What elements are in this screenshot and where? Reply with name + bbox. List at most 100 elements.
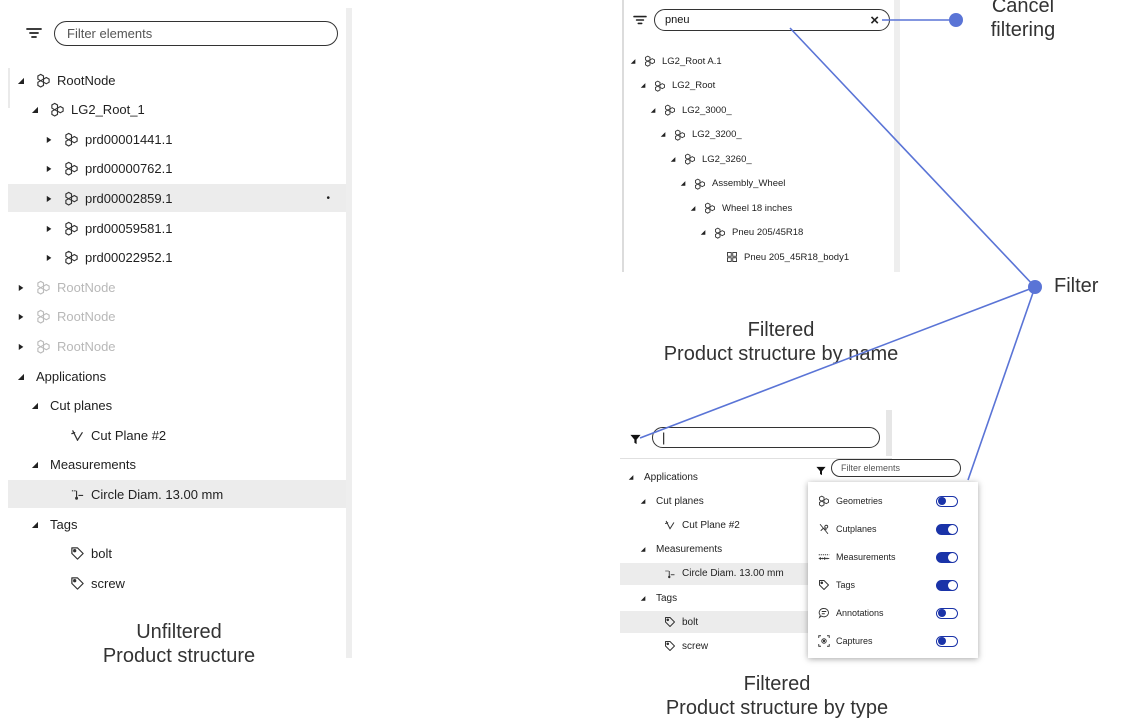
- tree-node-circle-diam-13-00-mm[interactable]: Circle Diam. 13.00 mm: [620, 562, 808, 585]
- assembly-icon: [50, 102, 65, 117]
- tree-node-rootnode[interactable]: ▶ RootNode: [8, 303, 346, 331]
- tree-node-tags[interactable]: ◢ Tags: [620, 587, 808, 609]
- collapse-arrow-icon[interactable]: ◢: [638, 498, 648, 505]
- tree-node-measurements[interactable]: ◢ Measurements: [620, 539, 808, 561]
- filter-menu-icon[interactable]: [633, 13, 647, 31]
- more-options-icon[interactable]: •: [326, 193, 330, 204]
- assembly-icon: [36, 309, 51, 324]
- tree-node-lg2-root-1[interactable]: ◢ LG2_Root_1: [8, 96, 346, 124]
- tree-node-bolt[interactable]: bolt: [8, 540, 346, 568]
- collapse-arrow-icon[interactable]: ◢: [30, 460, 40, 469]
- filtered-by-name-panel: pneu × ◢ LG2_Root A.1 ◢ LG2_Root ◢ LG2_3000_ ◢…: [622, 0, 900, 272]
- tree-node-prd00000762-1[interactable]: ▶ prd00000762.1: [8, 155, 346, 183]
- tree-node-lg2-root-a-1[interactable]: ◢ LG2_Root A.1: [622, 50, 892, 72]
- type-filter-toggle[interactable]: [936, 552, 958, 563]
- collapse-arrow-icon[interactable]: ◢: [698, 229, 708, 236]
- tree-node-label: prd00000762.1: [85, 161, 173, 177]
- filter-callout-dot: [1028, 280, 1042, 294]
- collapse-arrow-icon[interactable]: ◢: [658, 131, 668, 138]
- filter-elements-input[interactable]: Filter elements: [54, 21, 338, 46]
- tree-node-cut-planes[interactable]: ◢ Cut planes: [620, 490, 808, 512]
- tree-node-circle-diam-13-00-mm[interactable]: Circle Diam. 13.00 mm: [8, 480, 346, 509]
- tree-node-screw[interactable]: screw: [620, 635, 808, 657]
- panel-scrollbar[interactable]: [886, 410, 892, 456]
- collapse-arrow-icon[interactable]: ◢: [16, 76, 26, 85]
- tree-node-prd00002859-1[interactable]: ▶ prd00002859.1 •: [8, 184, 346, 213]
- tree-node-label: Cut Plane #2: [682, 519, 740, 531]
- collapse-arrow-icon[interactable]: ◢: [30, 401, 40, 410]
- tree-node-label: prd00059581.1: [85, 220, 173, 236]
- collapse-arrow-icon[interactable]: ◢: [668, 156, 678, 163]
- tree-node-pneu-205-45r18-body1[interactable]: Pneu 205_45R18_body1: [622, 246, 892, 268]
- tree-node-pneu-205-45r18[interactable]: ◢ Pneu 205/45R18: [622, 222, 892, 244]
- collapse-arrow-icon[interactable]: ◢: [16, 372, 26, 381]
- collapse-arrow-icon[interactable]: ◢: [638, 595, 648, 602]
- panel-scrollbar[interactable]: [346, 8, 352, 658]
- name-filter-input[interactable]: pneu ×: [654, 9, 890, 31]
- tree-node-rootnode[interactable]: ▶ RootNode: [8, 332, 346, 360]
- tree-node-cut-planes[interactable]: ◢ Cut planes: [8, 392, 346, 420]
- tree-node-applications[interactable]: ◢ Applications: [620, 466, 808, 488]
- name-filter-value: pneu: [665, 14, 690, 26]
- expand-arrow-icon[interactable]: ▶: [17, 283, 25, 292]
- popup-filter-icon[interactable]: [816, 463, 826, 481]
- tree-node-label: prd00002859.1: [85, 190, 173, 206]
- expand-arrow-icon[interactable]: ▶: [45, 224, 53, 233]
- tree-node-assembly-wheel[interactable]: ◢ Assembly_Wheel: [622, 173, 892, 195]
- expand-arrow-icon[interactable]: ▶: [45, 253, 53, 262]
- tree-node-lg2-root[interactable]: ◢ LG2_Root: [622, 75, 892, 97]
- tree-node-lg2-3000[interactable]: ◢ LG2_3000_: [622, 99, 892, 121]
- type-filter-toggle[interactable]: [936, 524, 958, 535]
- expand-arrow-icon[interactable]: ▶: [45, 164, 53, 173]
- type-filter-toggle[interactable]: [936, 636, 958, 647]
- tree-node-label: Assembly_Wheel: [712, 178, 786, 189]
- collapse-arrow-icon[interactable]: ◢: [626, 474, 636, 481]
- tree-node-bolt[interactable]: bolt: [620, 611, 808, 634]
- tag-icon: [70, 576, 85, 591]
- type-search-input[interactable]: |: [652, 427, 880, 448]
- tree-node-label: RootNode: [57, 72, 116, 88]
- type-filter-toggle[interactable]: [936, 496, 958, 507]
- tree-node-screw[interactable]: screw: [8, 569, 346, 597]
- assembly-icon: [714, 227, 726, 239]
- collapse-arrow-icon[interactable]: ◢: [638, 546, 648, 553]
- panel-scrollbar[interactable]: [894, 0, 900, 272]
- tree-node-wheel-18-inches[interactable]: ◢ Wheel 18 inches: [622, 197, 892, 219]
- collapse-arrow-icon[interactable]: ◢: [678, 180, 688, 187]
- tree-node-tags[interactable]: ◢ Tags: [8, 510, 346, 538]
- tree-node-measurements[interactable]: ◢ Measurements: [8, 451, 346, 479]
- collapse-arrow-icon[interactable]: ◢: [30, 520, 40, 529]
- tree-node-lg2-3260[interactable]: ◢ LG2_3260_: [622, 148, 892, 170]
- collapse-arrow-icon[interactable]: ◢: [638, 82, 648, 89]
- collapse-arrow-icon[interactable]: ◢: [688, 205, 698, 212]
- collapse-arrow-icon[interactable]: ◢: [30, 105, 40, 114]
- tree-node-prd00022952-1[interactable]: ▶ prd00022952.1: [8, 244, 346, 272]
- collapse-arrow-icon[interactable]: ◢: [628, 58, 638, 65]
- type-search-value: |: [662, 430, 666, 445]
- tree-node-rootnode[interactable]: ▶ RootNode: [8, 273, 346, 301]
- type-filter-toggle[interactable]: [936, 580, 958, 591]
- type-filter-measurements: Measurements: [818, 548, 968, 566]
- tree-node-prd00059581-1[interactable]: ▶ prd00059581.1: [8, 214, 346, 242]
- popup-filter-input[interactable]: Filter elements: [831, 459, 961, 477]
- tree-node-rootnode[interactable]: ◢ RootNode: [8, 66, 346, 94]
- tree-node-label: Measurements: [656, 544, 723, 556]
- expand-arrow-icon[interactable]: ▶: [17, 312, 25, 321]
- expand-arrow-icon[interactable]: ▶: [45, 135, 53, 144]
- tree-node-lg2-3200[interactable]: ◢ LG2_3200_: [622, 124, 892, 146]
- expand-arrow-icon[interactable]: ▶: [45, 194, 53, 203]
- expand-arrow-icon[interactable]: ▶: [17, 342, 25, 351]
- tree-node-prd00001441-1[interactable]: ▶ prd00001441.1: [8, 125, 346, 153]
- cut-plane-icon: [664, 519, 676, 531]
- tree-node-applications[interactable]: ◢ Applications: [8, 362, 346, 390]
- type-filter-toggle[interactable]: [936, 608, 958, 619]
- tree-node-cut-plane-2[interactable]: Cut Plane #2: [8, 421, 346, 449]
- tree-node-label: screw: [91, 575, 125, 591]
- tree-node-label: LG2_Root_1: [71, 102, 145, 118]
- clear-filter-icon[interactable]: ×: [870, 12, 879, 29]
- type-filter-icon[interactable]: [630, 432, 641, 450]
- filter-menu-icon[interactable]: [26, 26, 42, 45]
- tree-node-cut-plane-2[interactable]: Cut Plane #2: [620, 514, 808, 536]
- collapse-arrow-icon[interactable]: ◢: [648, 107, 658, 114]
- type-filter-captures: Captures: [818, 632, 968, 650]
